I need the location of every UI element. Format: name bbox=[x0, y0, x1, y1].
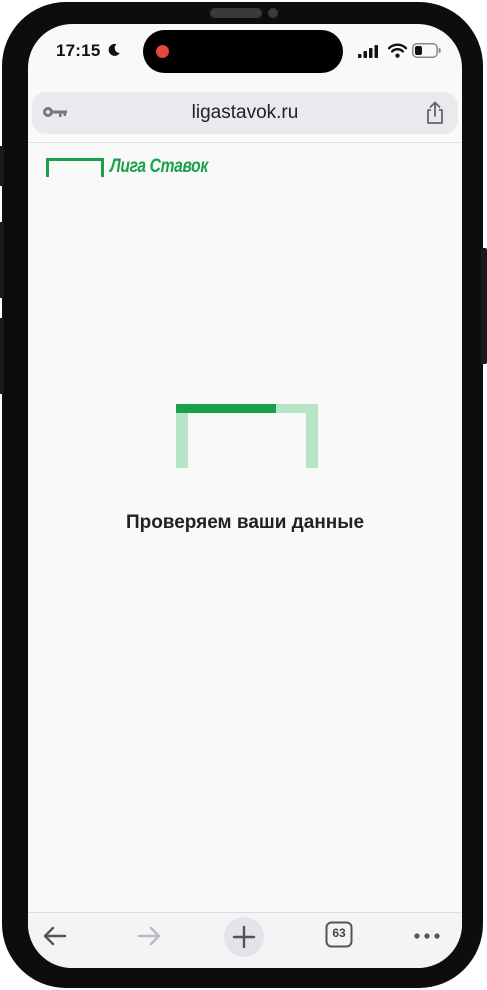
screen: 17:15 ligastavok.ru Лига Ставок Проверяе… bbox=[28, 24, 462, 968]
plus-icon bbox=[232, 925, 256, 949]
volume-up-button bbox=[0, 222, 4, 298]
action-button bbox=[0, 146, 4, 186]
speaker-grille bbox=[210, 8, 262, 18]
volume-down-button bbox=[0, 318, 4, 394]
tabs-button[interactable]: 63 bbox=[325, 921, 353, 949]
address-bar-divider bbox=[28, 142, 462, 143]
logo-text: Лига Ставок bbox=[110, 156, 208, 177]
sensor-dot bbox=[268, 8, 278, 18]
new-tab-button[interactable] bbox=[224, 917, 264, 957]
moon-icon bbox=[108, 43, 120, 56]
logo-bracket-icon bbox=[46, 158, 104, 177]
arrow-right-icon[interactable] bbox=[134, 921, 164, 951]
cellular-signal-icon bbox=[358, 45, 378, 58]
url-text[interactable]: ligastavok.ru bbox=[32, 102, 458, 124]
tabs-count: 63 bbox=[332, 926, 346, 940]
share-icon[interactable] bbox=[424, 101, 446, 125]
status-bar: 17:15 bbox=[28, 24, 462, 80]
loading-indicator-icon bbox=[176, 404, 318, 468]
power-button bbox=[481, 248, 487, 364]
battery-icon bbox=[412, 43, 441, 58]
status-time: 17:15 bbox=[56, 41, 101, 60]
address-bar[interactable]: ligastavok.ru bbox=[32, 92, 458, 134]
ellipsis-icon[interactable] bbox=[412, 921, 442, 951]
loading-message: Проверяем ваши данные bbox=[125, 512, 365, 533]
browser-toolbar: 63 bbox=[28, 912, 462, 968]
phone-frame: 17:15 ligastavok.ru Лига Ставок Проверяе… bbox=[0, 2, 487, 988]
dynamic-island bbox=[143, 30, 343, 73]
recording-indicator bbox=[156, 45, 169, 58]
arrow-left-icon[interactable] bbox=[40, 921, 70, 951]
wifi-icon bbox=[388, 43, 407, 58]
